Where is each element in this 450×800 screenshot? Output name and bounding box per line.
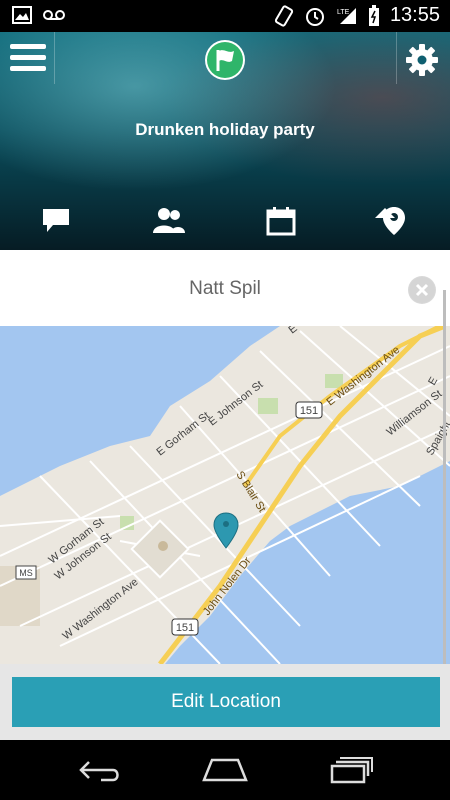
route-151-label-upper: 151 [300,405,318,417]
recents-icon[interactable] [326,754,376,786]
route-151-shield-lower: 151 [171,618,199,636]
signal-icon: LTE [337,7,356,24]
alarm-icon [305,7,324,26]
tab-chat[interactable] [0,192,113,250]
map-canvas[interactable]: 151 151 MS E Johnson St E Gorham St E Wa… [0,326,450,664]
header-divider-right [396,32,397,84]
clear-location-icon[interactable] [408,276,436,304]
ms-label: MS [19,568,33,578]
back-icon[interactable] [75,754,125,786]
map-view[interactable]: 151 151 MS E Johnson St E Gorham St E Wa… [0,326,450,664]
voicemail-icon [43,10,65,20]
capitol-icon [158,541,168,551]
battery-icon [368,4,379,26]
flag-logo-icon [207,42,243,78]
route-151-label-lower: 151 [176,622,194,634]
park [258,398,278,414]
location-bar: Natt Spil [0,250,450,326]
app-logo [205,40,245,80]
settings-icon[interactable] [404,42,440,78]
rotation-icon [274,4,294,27]
tab-bar [0,192,450,250]
calendar-icon [266,207,296,236]
tab-guests[interactable] [113,192,226,250]
location-name: Natt Spil [189,278,261,299]
tab-calendar[interactable] [225,192,338,250]
header-divider-left [54,32,55,84]
edit-location-button[interactable]: Edit Location [12,677,440,727]
menu-icon[interactable] [10,44,46,72]
clock: 13:55 [389,4,440,26]
event-title: Drunken holiday party [135,120,315,139]
network-type: LTE [337,9,350,16]
ms-marker: MS [15,565,37,580]
status-bar: LTE 13:55 [0,0,450,32]
scrollbar[interactable] [443,290,446,664]
people-icon [152,208,185,233]
route-151-shield-upper: 151 [295,401,323,419]
system-nav-bar [0,740,450,800]
chat-icon [43,209,70,232]
active-tab-indicator [375,208,395,218]
tab-location[interactable] [338,192,450,250]
image-notification-icon [12,6,32,24]
home-icon[interactable] [200,754,250,786]
park [120,516,134,530]
action-area: Edit Location [0,664,450,740]
